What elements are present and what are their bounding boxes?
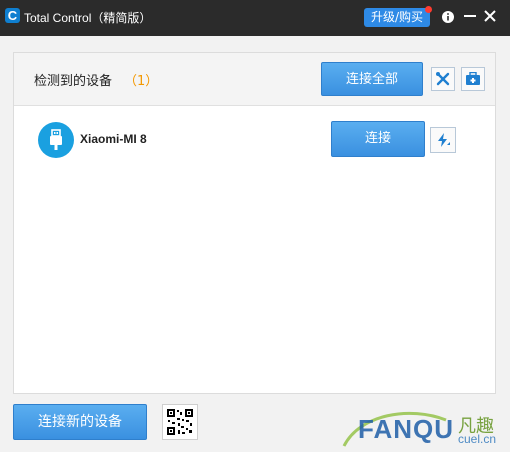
- toolbox-button[interactable]: [461, 67, 485, 91]
- connect-device-button[interactable]: 连接: [331, 121, 425, 157]
- close-icon[interactable]: [484, 10, 496, 22]
- connect-new-device-button[interactable]: 连接新的设备: [13, 404, 147, 440]
- wrench-screwdriver-icon: [436, 72, 450, 86]
- watermark-brand: FANQU: [358, 414, 454, 444]
- device-panel: 检测到的设备 （1） 连接全部 Xiaomi-MI 8 连接: [13, 52, 496, 394]
- toolbox-icon: [466, 72, 480, 85]
- flash-button[interactable]: [430, 127, 456, 153]
- window-title: Total Control（精简版）: [24, 11, 152, 25]
- app-logo-icon: C: [5, 8, 20, 23]
- device-name: Xiaomi-MI 8: [80, 132, 147, 146]
- minimize-icon[interactable]: [464, 15, 476, 18]
- usb-device-icon: [38, 122, 74, 158]
- panel-header: 检测到的设备 （1） 连接全部: [14, 53, 495, 106]
- usb-icon: [50, 129, 62, 150]
- info-icon[interactable]: [441, 10, 455, 24]
- upgrade-buy-button[interactable]: 升级/购买: [364, 8, 430, 27]
- watermark-url: cuel.cn: [458, 432, 497, 446]
- qr-code-icon: [166, 408, 194, 436]
- notification-dot: [425, 6, 432, 13]
- qr-code-button[interactable]: [162, 404, 198, 440]
- watermark-cn: 凡趣: [458, 416, 494, 437]
- title-bar: C Total Control（精简版） 升级/购买: [0, 0, 510, 36]
- watermark-logo: FANQU 凡趣 cuel.cn: [340, 402, 510, 452]
- tools-button[interactable]: [431, 67, 455, 91]
- connect-all-button[interactable]: 连接全部: [321, 62, 423, 96]
- device-row: Xiaomi-MI 8 连接: [14, 106, 495, 174]
- lightning-icon: [438, 133, 450, 147]
- swoosh-logo-icon: [342, 411, 447, 447]
- app-logo-letter: C: [7, 8, 18, 23]
- detected-devices-title: 检测到的设备: [34, 74, 113, 89]
- device-count: （1）: [124, 74, 159, 89]
